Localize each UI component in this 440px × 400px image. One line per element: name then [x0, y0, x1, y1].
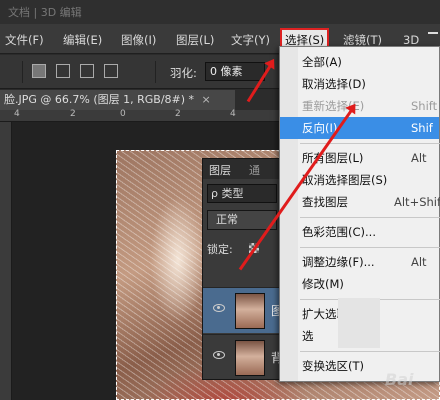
menu-type[interactable]: 文字(Y): [228, 30, 273, 50]
menu-item-find-layers[interactable]: 查找图层 Alt+Shift: [280, 191, 440, 213]
menu-item-label: 调整边缘(F)...: [302, 255, 375, 269]
menu-item-inverse[interactable]: 反向(I) Shif: [280, 117, 439, 139]
menu-item-label: 反向(I): [302, 121, 338, 135]
layer-thumbnail: [235, 340, 265, 376]
menu-item-shortcut: Shift: [411, 99, 438, 113]
menu-item-shortcut: Alt+Shift: [394, 195, 440, 209]
menu-item-shortcut: Alt: [411, 255, 427, 269]
new-selection-icon[interactable]: [32, 64, 46, 78]
menu-item-modify[interactable]: 修改(M): [280, 273, 439, 295]
menu-item-refine-edge[interactable]: 调整边缘(F)... Alt: [280, 251, 439, 273]
document-tab-title: 脸.JPG @ 66.7% (图层 1, RGB/8#) *: [4, 93, 195, 106]
document-tab[interactable]: 脸.JPG @ 66.7% (图层 1, RGB/8#) * ×: [0, 90, 235, 110]
tab-channels[interactable]: 通: [249, 162, 260, 178]
menu-item-color-range[interactable]: 色彩范围(C)...: [280, 221, 439, 243]
layer-thumbnail: [235, 293, 265, 329]
menu-item-transform-selection[interactable]: 变换选区(T): [280, 355, 439, 377]
menu-item-label: 变换选区(T): [302, 359, 364, 373]
menu-item-all[interactable]: 全部(A): [280, 51, 439, 73]
tab-layers[interactable]: 图层: [209, 162, 231, 178]
ruler-tick: 4: [14, 109, 20, 119]
minimize-icon[interactable]: [428, 32, 438, 34]
menu-item-all-layers[interactable]: 所有图层(L) Alt: [280, 147, 439, 169]
menu-item-label: 查找图层: [302, 195, 348, 209]
feather-input[interactable]: 0 像素: [205, 62, 265, 81]
layer-filter-select[interactable]: ρ 类型: [207, 184, 277, 203]
ruler-tick: 4: [230, 109, 236, 119]
close-icon[interactable]: ×: [202, 93, 211, 106]
menu-separator: [300, 351, 440, 352]
vertical-ruler: [0, 122, 12, 400]
title-strip: 文档 | 3D 编辑: [0, 0, 440, 24]
ruler-tick: 2: [175, 109, 181, 119]
menu-separator: [300, 217, 440, 218]
menu-separator: [300, 143, 440, 144]
ruler-tick: 2: [70, 109, 76, 119]
menu-item-label: 选: [302, 329, 314, 343]
menu-item-label: 取消选择图层(S): [302, 173, 388, 187]
window-title: 文档 | 3D 编辑: [8, 6, 82, 19]
menu-layer[interactable]: 图层(L): [173, 30, 217, 50]
add-selection-icon[interactable]: [56, 64, 70, 78]
menu-edit[interactable]: 编辑(E): [60, 30, 105, 50]
menu-item-shortcut: Alt: [411, 151, 427, 165]
ruler-tick: 0: [120, 109, 126, 119]
lock-label: 锁定:: [207, 243, 233, 256]
menu-item-label: 修改(M): [302, 277, 344, 291]
menu-separator: [300, 247, 440, 248]
watermark-logo: Bai: [385, 370, 414, 389]
visibility-eye-icon[interactable]: [213, 351, 225, 359]
separator: [22, 61, 23, 83]
visibility-eye-icon[interactable]: [213, 304, 225, 312]
blurred-region: [338, 298, 380, 348]
menu-file[interactable]: 文件(F): [2, 30, 47, 50]
intersect-selection-icon[interactable]: [104, 64, 118, 78]
menu-item-label: 色彩范围(C)...: [302, 225, 376, 239]
separator: [155, 61, 156, 83]
subtract-selection-icon[interactable]: [80, 64, 94, 78]
menu-item-shortcut: Shif: [411, 121, 433, 135]
menu-item-label: 全部(A): [302, 55, 342, 69]
menu-item-deselect[interactable]: 取消选择(D): [280, 73, 439, 95]
menu-item-label: 取消选择(D): [302, 77, 366, 91]
feather-label: 羽化:: [170, 66, 197, 80]
menu-image[interactable]: 图像(I): [118, 30, 159, 50]
